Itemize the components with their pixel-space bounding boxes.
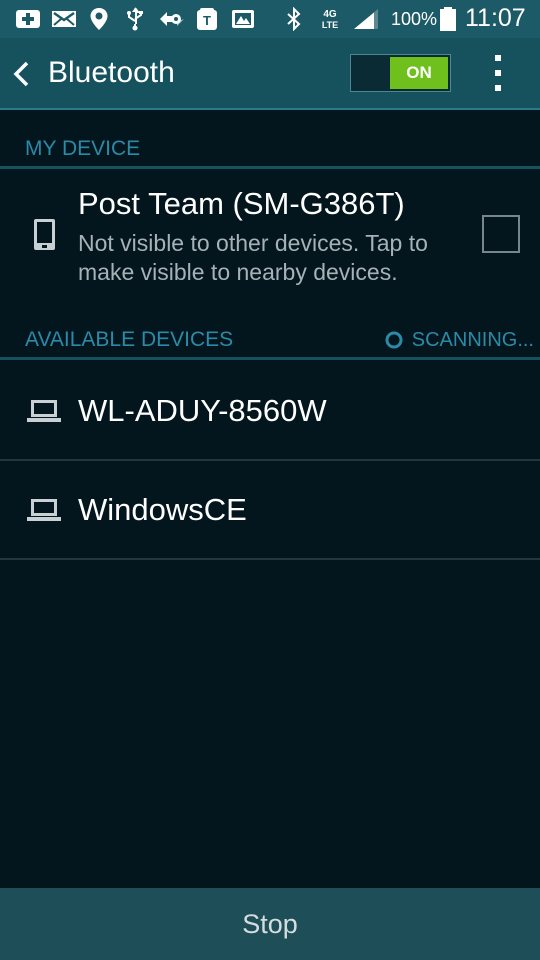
- available-devices-header: AVAILABLE DEVICES SCANNING...: [0, 327, 540, 360]
- back-button[interactable]: Bluetooth: [0, 38, 200, 108]
- visibility-checkbox[interactable]: [482, 215, 520, 253]
- svg-text:T: T: [203, 13, 211, 28]
- mail-icon: [51, 7, 77, 31]
- device-list-item[interactable]: WL-ADUY-8560W: [0, 362, 540, 461]
- battery-icon: [439, 7, 457, 31]
- more-options-button[interactable]: [478, 48, 518, 98]
- svg-text:LTE: LTE: [322, 20, 338, 30]
- my-device-title: MY DEVICE: [25, 137, 141, 160]
- 4g-lte-icon: 4G LTE: [318, 7, 342, 31]
- stop-label: Stop: [242, 908, 298, 939]
- svg-text:4G: 4G: [323, 9, 337, 20]
- t-mobile-icon: T: [195, 7, 219, 31]
- clock: 11:07: [465, 4, 526, 32]
- more-dot-icon: [495, 55, 501, 61]
- gallery-icon: [230, 7, 256, 31]
- device-list-item[interactable]: WindowsCE: [0, 461, 540, 560]
- usb-icon: [126, 7, 144, 31]
- bluetooth-icon: [285, 7, 303, 31]
- more-dot-icon: [495, 70, 501, 76]
- scanning-text: SCANNING...: [411, 329, 534, 351]
- device-name: WL-ADUY-8560W: [78, 393, 327, 428]
- my-device-header: MY DEVICE: [0, 136, 540, 169]
- laptop-icon: [27, 499, 61, 521]
- device-name: WindowsCE: [78, 492, 247, 527]
- page-title: Bluetooth: [48, 56, 175, 89]
- scanning-status: SCANNING...: [385, 327, 534, 353]
- bluetooth-toggle[interactable]: ON: [350, 54, 451, 92]
- my-device-name: Post Team (SM-G386T): [78, 186, 405, 221]
- bluetooth-settings-screen: T 4G LTE 100% 11:07 Bluetooth ON MY DEVI…: [0, 0, 540, 960]
- my-device-item[interactable]: Post Team (SM-G386T) Not visible to othe…: [0, 171, 540, 299]
- spinner-icon: [385, 331, 403, 349]
- stop-button[interactable]: Stop: [0, 888, 540, 960]
- location-pin-icon: [89, 7, 109, 31]
- status-bar: T 4G LTE 100% 11:07: [0, 0, 540, 38]
- phone-icon: [34, 219, 55, 250]
- add-box-icon: [15, 7, 41, 31]
- sync-icon: [158, 7, 186, 31]
- available-devices-title: AVAILABLE DEVICES: [25, 328, 234, 351]
- action-bar: Bluetooth ON: [0, 38, 540, 110]
- battery-percentage: 100%: [391, 9, 438, 29]
- more-dot-icon: [495, 85, 501, 91]
- back-arrow-icon: [13, 61, 29, 87]
- toggle-on-label: ON: [390, 57, 448, 89]
- my-device-description: Not visible to other devices. Tap to mak…: [78, 230, 428, 285]
- signal-icon: [352, 7, 380, 31]
- laptop-icon: [27, 400, 61, 422]
